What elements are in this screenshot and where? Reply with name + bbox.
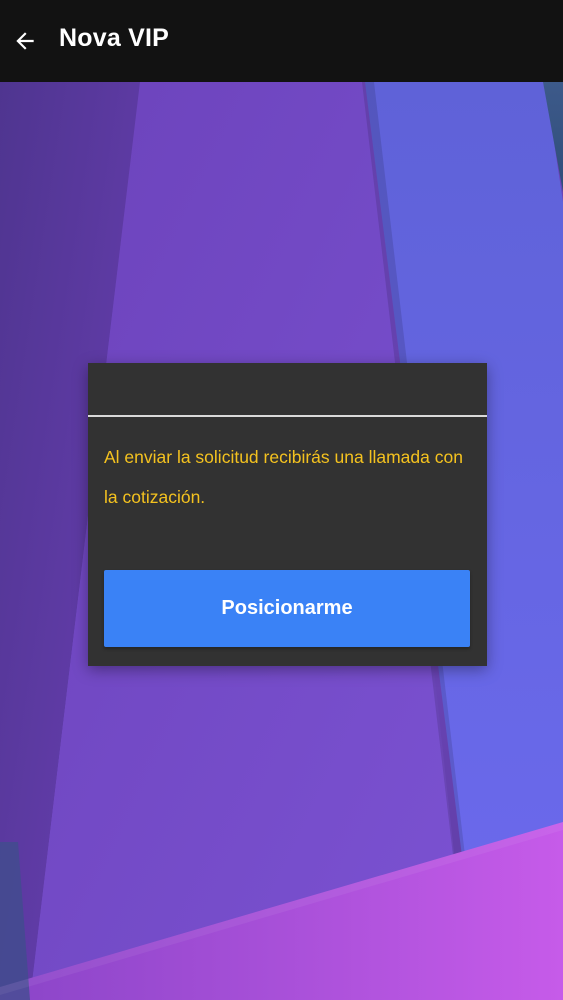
- quote-dialog: Al enviar la solicitud recibirás una lla…: [88, 363, 487, 666]
- dialog-message: Al enviar la solicitud recibirás una lla…: [104, 447, 463, 507]
- app-toolbar: Nova VIP: [0, 0, 563, 82]
- dialog-header: [88, 363, 487, 417]
- arrow-left-icon: [16, 32, 34, 50]
- back-button[interactable]: [2, 18, 48, 64]
- posicionarme-button[interactable]: Posicionarme: [104, 570, 470, 647]
- app-screen: Nova VIP Al enviar la solicitud recibirá…: [0, 0, 563, 1000]
- page-title: Nova VIP: [59, 23, 169, 52]
